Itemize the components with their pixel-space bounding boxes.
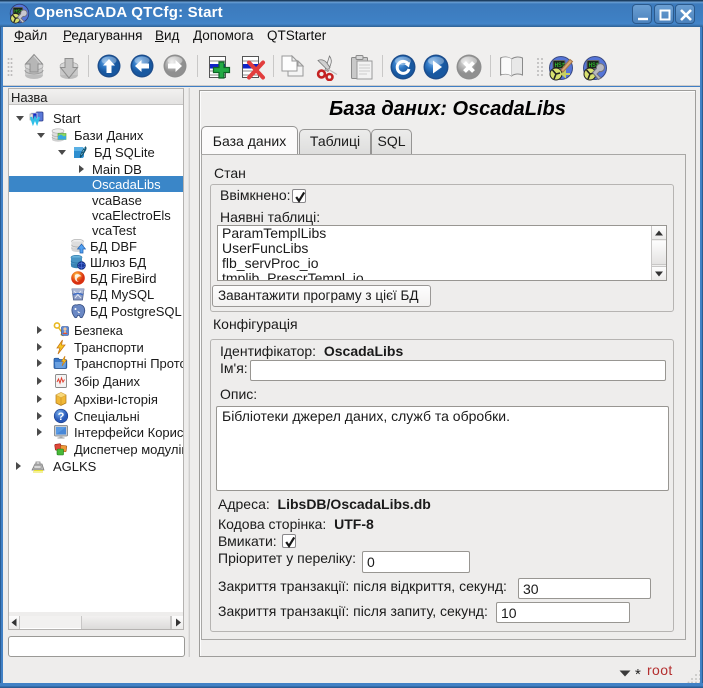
svg-text:?: ? <box>58 411 65 423</box>
